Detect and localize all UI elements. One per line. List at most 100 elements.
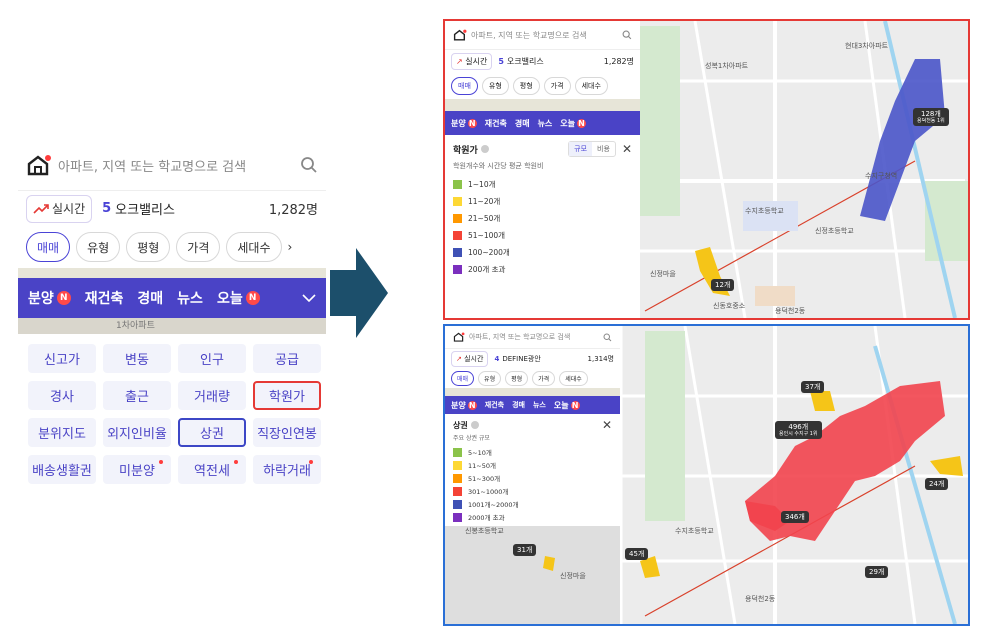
legend-item: 11~50개 (453, 460, 612, 470)
legend-label: 21~50개 (468, 214, 501, 223)
chip-size[interactable]: 평형 (512, 77, 540, 95)
home-logo-icon (453, 29, 467, 41)
bot-tag-0[interactable]: 37개 (801, 381, 825, 394)
layer-menu-item[interactable]: 외지인비율 (103, 418, 171, 447)
top-realtime-row[interactable]: ↗ 실시간 5 오크밸리스 1,282명 (445, 49, 640, 73)
layer-menu-item[interactable]: 배송생활권 (28, 455, 96, 484)
nav-news[interactable]: 뉴스 (538, 118, 553, 129)
bot-search-placeholder: 아파트, 지역 또는 학교명으로 검색 (469, 333, 571, 341)
tab-cost[interactable]: 비용 (592, 142, 615, 156)
place-label: 용덕천2동 (745, 595, 776, 603)
place-label: 성복1차아파트 (705, 62, 749, 70)
nav-reconstruction[interactable]: 재건축 (485, 118, 507, 129)
legend-swatch (453, 512, 462, 522)
place-label: 수지초등학교 (745, 207, 784, 215)
legend-label: 51~100개 (468, 231, 506, 240)
layer-menu-label: 거래량 (194, 390, 230, 405)
bot-tag-4[interactable]: 31개 (513, 544, 537, 557)
legend-item: 2000개 초과 (453, 512, 612, 522)
top-realtime-button[interactable]: ↗ 실시간 (451, 53, 493, 70)
layer-menu-item[interactable]: 경사 (28, 381, 96, 410)
bot-tag-3[interactable]: 346개 (781, 511, 809, 524)
chip-trade[interactable]: 매매 (451, 77, 478, 95)
map-peek-text: 1차아파트 (116, 321, 155, 331)
nav-presale[interactable]: 분양 N (451, 118, 477, 129)
layer-menu-item[interactable]: 하락거래 (253, 455, 321, 484)
top-search-bar[interactable]: 아파트, 지역 또는 학교명으로 검색 (445, 21, 640, 49)
bot-tag-5[interactable]: 45개 (625, 548, 649, 561)
legend-header: 학원가 규모 비용 ✕ (453, 141, 632, 157)
legend-label: 301~1000개 (468, 488, 509, 496)
close-icon[interactable]: ✕ (602, 418, 612, 432)
tab-scale[interactable]: 규모 (569, 142, 593, 156)
chevron-right-icon[interactable]: › (288, 240, 293, 254)
nav-auction[interactable]: 경매 (137, 288, 163, 308)
nav-today[interactable]: 오늘 N (560, 118, 587, 129)
nav-today[interactable]: 오늘 N (554, 400, 580, 411)
layer-menu-item[interactable]: 출근 (103, 381, 171, 410)
layer-menu-item[interactable]: 학원가 (253, 381, 321, 410)
layer-menu-item[interactable]: 공급 (253, 344, 321, 373)
nav-news[interactable]: 뉴스 (533, 400, 546, 410)
layer-menu-label: 신고가 (44, 353, 80, 368)
search-bar[interactable]: 아파트, 지역 또는 학교명으로 검색 (18, 140, 326, 190)
chip-size[interactable]: 평형 (505, 370, 529, 386)
top-tag-0[interactable]: 128개 용덕천동 1위 (913, 108, 949, 127)
nav-auction[interactable]: 경매 (515, 118, 530, 129)
layer-menu-item[interactable]: 상권 (178, 418, 246, 447)
bot-search-bar[interactable]: 아파트, 지역 또는 학교명으로 검색 (445, 326, 620, 348)
bot-realtime-row[interactable]: ↗ 실시간 4 DEFINE광안 1,314명 (445, 348, 620, 368)
chip-price[interactable]: 가격 (532, 370, 556, 386)
layer-menu-item[interactable]: 거래량 (178, 381, 246, 410)
chip-price[interactable]: 가격 (176, 232, 221, 262)
nav-today[interactable]: 오늘 N (217, 288, 260, 308)
search-icon[interactable] (300, 156, 318, 174)
layer-menu-item[interactable]: 인구 (178, 344, 246, 373)
help-icon[interactable] (480, 145, 489, 153)
top-tag-1[interactable]: 12개 (711, 279, 735, 292)
legend-label: 5~10개 (468, 449, 492, 457)
chip-trade[interactable]: 매매 (26, 232, 71, 262)
chip-households[interactable]: 세대수 (226, 232, 282, 262)
nav-news[interactable]: 뉴스 (177, 288, 203, 308)
chip-households[interactable]: 세대수 (559, 370, 588, 386)
place-label: 신정마을 (650, 270, 676, 278)
nav-reconstruction[interactable]: 재건축 (485, 400, 504, 410)
chip-type[interactable]: 유형 (481, 77, 509, 95)
legend-item: 1~10개 (453, 179, 632, 190)
bot-tag-1[interactable]: 496개 용인시 수지구 1위 (775, 421, 822, 440)
bot-tag-6[interactable]: 29개 (865, 566, 889, 579)
layer-menu-item[interactable]: 변동 (103, 344, 171, 373)
chevron-down-icon[interactable] (302, 293, 316, 303)
layer-menu-item[interactable]: 신고가 (28, 344, 96, 373)
chip-size[interactable]: 평형 (126, 232, 171, 262)
layer-menu-label: 배송생활권 (32, 464, 92, 479)
nav-auction[interactable]: 경매 (512, 400, 525, 410)
legend-swatch (453, 486, 462, 496)
search-icon[interactable] (622, 30, 632, 40)
nav-presale[interactable]: 분양 N (28, 288, 71, 308)
legend-item: 21~50개 (453, 213, 632, 224)
chip-trade[interactable]: 매매 (451, 370, 475, 386)
search-icon[interactable] (603, 333, 612, 342)
layer-menu-item[interactable]: 역전세 (178, 455, 246, 484)
chip-type[interactable]: 유형 (76, 232, 121, 262)
realtime-button[interactable]: 실시간 (26, 194, 93, 223)
chip-type[interactable]: 유형 (478, 370, 502, 386)
realtime-ranking-row[interactable]: 실시간 5 오크밸리스 1,282명 (18, 190, 326, 226)
layer-menu-label: 상권 (200, 427, 224, 442)
arrow-right-icon (330, 248, 388, 338)
bot-tag-2[interactable]: 24개 (925, 478, 949, 491)
trend-up-icon (33, 203, 49, 214)
layer-menu-item[interactable]: 미분양 (103, 455, 171, 484)
chip-households[interactable]: 세대수 (574, 77, 608, 95)
nav-reconstruction[interactable]: 재건축 (85, 288, 124, 308)
nav-presale[interactable]: 분양 N (451, 400, 477, 411)
chip-price[interactable]: 가격 (543, 77, 571, 95)
help-icon[interactable] (470, 421, 479, 429)
bot-realtime-button[interactable]: ↗ 실시간 (451, 350, 489, 367)
close-icon[interactable]: ✕ (622, 142, 632, 156)
layer-menu-label: 출근 (125, 390, 149, 405)
layer-menu-item[interactable]: 직장인연봉 (253, 418, 321, 447)
layer-menu-item[interactable]: 분위지도 (28, 418, 96, 447)
